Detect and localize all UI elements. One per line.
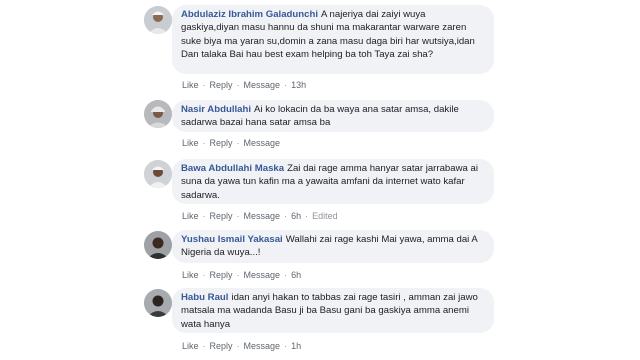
- comment-actions: Like · Reply · Message · 6h · Edited: [182, 211, 338, 221]
- reply-button[interactable]: Reply: [210, 270, 233, 280]
- avatar[interactable]: [144, 231, 172, 259]
- avatar[interactable]: [144, 160, 172, 188]
- comment-author[interactable]: Nasir Abdullahi: [181, 104, 251, 115]
- message-button[interactable]: Message: [244, 138, 281, 148]
- comment-bubble: Yushau Ismail Yakasai Wallahi zai rage ka…: [172, 230, 494, 263]
- avatar[interactable]: [144, 6, 172, 34]
- like-button[interactable]: Like: [182, 211, 199, 221]
- edited-label[interactable]: Edited: [312, 211, 338, 221]
- comment-author[interactable]: Abdulaziz Ibrahim Galadunchi: [181, 9, 318, 20]
- comment-actions: Like · Reply · Message · 1h: [182, 341, 302, 351]
- like-button[interactable]: Like: [182, 270, 199, 280]
- comment-timestamp[interactable]: 1h: [291, 341, 301, 351]
- reply-button[interactable]: Reply: [210, 138, 233, 148]
- comment-author[interactable]: Yushau Ismail Yakasai: [181, 234, 283, 245]
- avatar[interactable]: [144, 100, 172, 128]
- comment-author[interactable]: Habu Raul: [181, 292, 228, 303]
- message-button[interactable]: Message: [244, 80, 281, 90]
- comment-timestamp[interactable]: 6h: [291, 211, 301, 221]
- comment-timestamp[interactable]: 6h: [291, 270, 301, 280]
- like-button[interactable]: Like: [182, 341, 199, 351]
- comment-bubble: Bawa Abdullahi Maska Zai dai rage amma ha…: [172, 159, 494, 204]
- comment-actions: Like · Reply · Message · 13h: [182, 80, 307, 90]
- reply-button[interactable]: Reply: [210, 80, 233, 90]
- comment-bubble: Nasir Abdullahi Ai ko lokacin da ba waya …: [172, 100, 494, 132]
- comment-bubble: Habu Raul idan anyi hakan to tabbas zai r…: [172, 288, 494, 333]
- message-button[interactable]: Message: [244, 270, 281, 280]
- comment-timestamp[interactable]: 13h: [291, 80, 306, 90]
- message-button[interactable]: Message: [244, 211, 281, 221]
- comment-bubble: Abdulaziz Ibrahim Galadunchi A najeriya d…: [172, 5, 494, 74]
- message-button[interactable]: Message: [244, 341, 281, 351]
- like-button[interactable]: Like: [182, 80, 199, 90]
- comment-author[interactable]: Bawa Abdullahi Maska: [181, 163, 284, 174]
- avatar[interactable]: [144, 289, 172, 317]
- like-button[interactable]: Like: [182, 138, 199, 148]
- reply-button[interactable]: Reply: [210, 211, 233, 221]
- reply-button[interactable]: Reply: [210, 341, 233, 351]
- comment-actions: Like · Reply · Message · 6h: [182, 270, 302, 280]
- comment-actions: Like · Reply · Message: [182, 138, 281, 148]
